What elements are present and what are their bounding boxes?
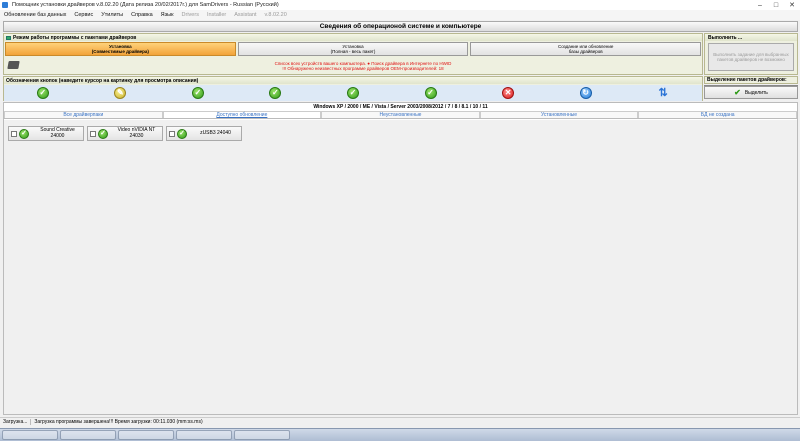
blue-info-icon-glyph: ↻ [582,88,589,97]
yellow-edit-icon[interactable]: ✎ [114,87,127,99]
green-check-up-icon-glyph: ✓ [349,88,357,97]
title-bar: Помощник установки драйверов v.8.02.20 (… [0,0,800,10]
device-info-text: Список всех устройств вашего компьютера.… [24,57,702,74]
legend-title: Обозначения кнопок (наведите курсор на к… [6,77,199,84]
tab-all-packs[interactable]: Все драйверпаки [4,111,163,118]
select-button[interactable]: ✔ Выделить [704,86,798,99]
status-message: Загрузка программы завершена!!! Время за… [34,419,203,425]
tab-db-not-created[interactable]: БД не создана [638,111,797,118]
driver-panel: Sound Creative24000 Video nVIDIA NT24030… [4,120,797,414]
device-info-row: Список всех устройств вашего компьютера.… [4,57,702,74]
driver-item-usb3[interactable]: zUSB3 24040 [166,126,242,141]
green-check-icon [98,128,108,139]
tab-not-installed[interactable]: Неустановленные [321,111,480,118]
driver-name: zUSB3 24040 [200,129,231,136]
legend-panel: Обозначения кнопок (наведите курсор на к… [3,76,703,101]
unknown-drivers-text: !!! Обнаружено неизвестных программе дра… [282,65,444,71]
status-bar: Загрузка... Загрузка программы завершена… [0,417,800,426]
green-check-icon [19,128,29,139]
red-cross-icon[interactable]: ✕ [502,87,515,99]
mode-panel-header: Режим работы программы с пакетами драйве… [4,34,702,41]
create-db-line2: базы драйверов [568,49,603,54]
mode-panel: Режим работы программы с пакетами драйве… [3,33,703,75]
yellow-edit-icon-glyph: ✎ [116,88,124,97]
green-check-icon[interactable]: ✓ [36,87,49,99]
tab-installed[interactable]: Установленные [479,111,639,118]
driver-label: Video nVIDIA NT 24030 [111,127,162,139]
taskbar-item[interactable] [118,430,174,440]
menu-utilities[interactable]: Утилиты [97,12,127,18]
taskbar-item[interactable] [2,430,58,440]
menu-dim-drivers: Drivers [181,12,199,18]
os-header: Windows XP / 2000 / ME / Vista / Server … [313,104,488,110]
create-db-button[interactable]: Создание или обновление базы драйверов [470,42,702,56]
menu-bar: Обновление баз данных Сервис Утилиты Спр… [0,10,800,20]
menu-service[interactable]: Сервис [70,12,97,18]
taskbar-item[interactable] [176,430,232,440]
system-info-header[interactable]: Сведения об операционой системе и компью… [3,21,798,32]
minimize-button[interactable]: – [752,0,768,10]
menu-update-db[interactable]: Обновление баз данных [0,12,70,18]
maximize-button[interactable]: □ [768,0,784,10]
driver-label: zUSB3 24040 [190,129,241,137]
status-left: Загрузка... [0,419,32,425]
green-check-icon-glyph: ✓ [39,88,47,97]
green-check-arrow-icon-glyph: ✓ [194,88,202,97]
menu-dim-assistant: Assistant [234,12,257,18]
app-icon [2,2,8,8]
driver-label: Sound Creative 24000 [32,127,83,139]
install-full-button[interactable]: Установка (Полная - весь пакет) [237,42,469,56]
legend-header: Обозначения кнопок (наведите курсор на к… [4,77,702,84]
menu-dim-version: v.8.02.20 [264,12,287,18]
green-check-down-icon-glyph: ✓ [427,88,434,97]
menu-help[interactable]: Справка [127,12,157,18]
execute-header: Выполнить ... [705,34,797,41]
execute-title: Выполнить ... [708,34,743,41]
device-list-icon[interactable] [7,59,21,71]
select-button-label: Выделить [744,89,768,96]
package-icon [6,35,11,40]
menu-dim-installer: Installer [206,12,227,18]
install-compatible-line2: (Совместимые драйвера) [91,49,149,54]
taskbar [0,428,800,441]
execute-panel: Выполнить ... Выполнить задание для выбр… [704,33,798,75]
green-check-down-icon[interactable]: ✓ [424,87,437,99]
refresh-arrows-icon-glyph: ⇅ [658,86,668,99]
green-check-plus-icon[interactable]: ✓ [269,87,282,99]
green-check-icon [177,128,187,139]
close-button[interactable]: ✕ [784,0,800,10]
mode-buttons: Установка (Совместимые драйвера) Установ… [4,42,702,56]
install-compatible-button[interactable]: Установка (Совместимые драйвера) [5,42,236,56]
taskbar-item[interactable] [60,430,116,440]
legend-icons: ✓ ✎ ✓ ✓ ✓ ✓ ✕ ↻ ⇅ [4,85,702,101]
blue-info-icon[interactable]: ↻ [579,87,592,99]
window-title: Помощник установки драйверов v.8.02.20 (… [12,2,279,8]
mode-panel-title: Режим работы программы с пакетами драйве… [13,34,137,41]
green-check-up-icon[interactable]: ✓ [346,87,359,99]
driver-item-sound[interactable]: Sound Creative24000 [8,126,84,141]
check-icon: ✔ [734,88,741,97]
driver-checkbox[interactable] [11,130,17,137]
driver-item-video[interactable]: Video nVIDIA NT24030 [87,126,163,141]
driver-code: 24000 [50,132,65,139]
tab-bar: Все драйверпаки Доступно обновление Неус… [4,111,797,119]
driver-checkbox[interactable] [169,130,175,137]
red-cross-icon-glyph: ✕ [504,88,512,97]
driver-checkbox[interactable] [90,130,96,137]
driver-list-area: Windows XP / 2000 / ME / Vista / Server … [3,102,798,415]
execute-button[interactable]: Выполнить задание для выбранных пакетов … [708,43,794,71]
green-check-arrow-icon[interactable]: ✓ [191,87,204,99]
install-full-line2: (Полная - весь пакет) [330,49,376,54]
taskbar-item[interactable] [234,430,290,440]
select-title: Выделение пакетов драйверов: [704,76,798,84]
green-check-plus-icon-glyph: ✓ [272,88,279,97]
refresh-arrows-icon[interactable]: ⇅ [657,87,669,99]
driver-code: 24030 [129,132,144,139]
driver-items: Sound Creative24000 Video nVIDIA NT24030… [4,120,797,147]
tab-updates-available[interactable]: Доступно обновление [162,111,322,118]
menu-language[interactable]: Язык [157,12,178,18]
